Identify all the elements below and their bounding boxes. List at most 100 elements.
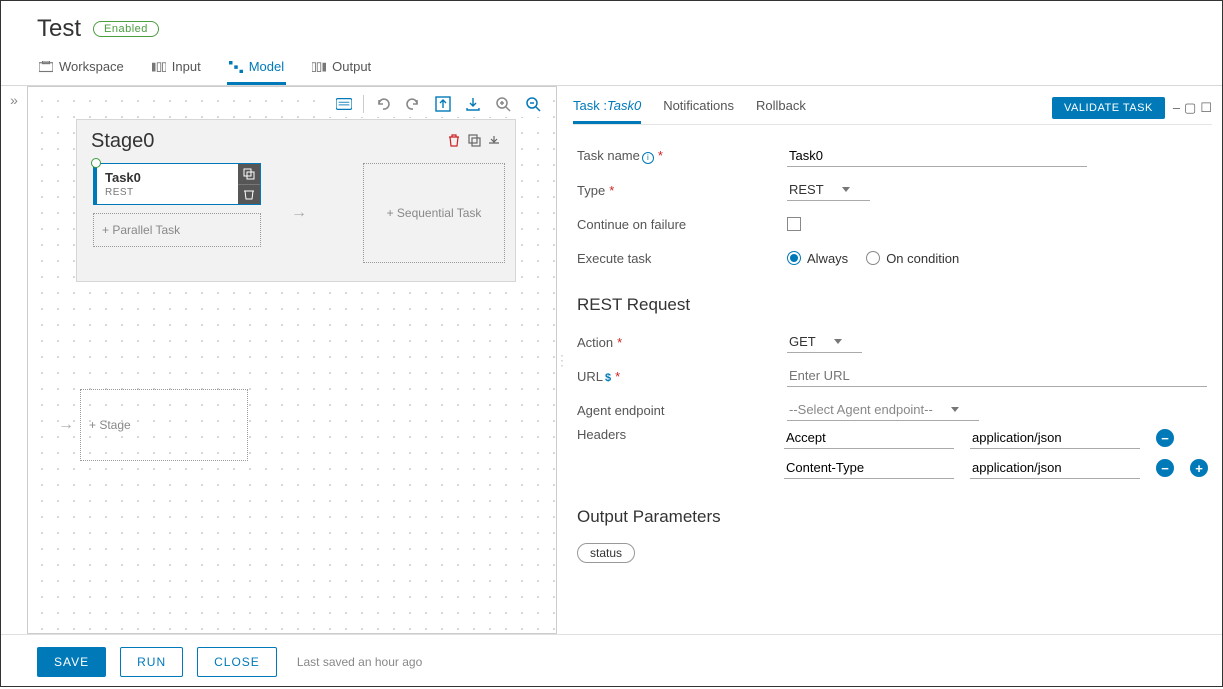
required-icon: * — [609, 183, 614, 198]
remove-header-icon[interactable]: − — [1156, 429, 1174, 447]
required-icon: * — [617, 335, 622, 350]
header-row: − — [784, 427, 1208, 449]
add-stage[interactable]: + Stage — [80, 389, 248, 461]
label-task-name-text: Task name — [577, 148, 640, 163]
status-badge: Enabled — [93, 21, 159, 37]
tab-workspace[interactable]: Workspace — [37, 53, 126, 85]
tab-model[interactable]: Model — [227, 53, 286, 85]
add-sequential-label: Sequential Task — [397, 206, 482, 220]
required-icon: * — [658, 148, 663, 163]
validate-task-button[interactable]: VALIDATE TASK — [1052, 97, 1165, 119]
tab-output-label: Output — [332, 59, 371, 74]
canvas-toolbar — [329, 91, 548, 117]
task-status-icon — [91, 158, 101, 168]
pane-splitter[interactable] — [557, 86, 567, 634]
plus-icon: + — [387, 206, 397, 220]
undo-icon[interactable] — [372, 93, 394, 115]
label-execute: Execute task — [577, 251, 787, 266]
minimize-icon[interactable]: – — [1173, 100, 1180, 116]
separator — [363, 95, 364, 113]
task-card-name: Task0 — [97, 164, 260, 187]
redo-icon[interactable] — [402, 93, 424, 115]
task-name-input[interactable] — [787, 145, 1087, 167]
label-action-text: Action — [577, 335, 613, 350]
label-agent: Agent endpoint — [577, 403, 787, 418]
agent-endpoint-value: --Select Agent endpoint-- — [789, 402, 933, 417]
delete-task-icon[interactable] — [238, 184, 260, 205]
detail-tab-notifications[interactable]: Notifications — [663, 92, 734, 124]
output-icon — [312, 61, 326, 73]
tab-workspace-label: Workspace — [59, 59, 124, 74]
export-up-icon[interactable] — [432, 93, 454, 115]
url-input[interactable] — [787, 365, 1207, 387]
label-continue: Continue on failure — [577, 217, 787, 232]
run-button[interactable]: RUN — [120, 647, 183, 677]
restore-icon[interactable]: ▢ — [1184, 100, 1196, 116]
plus-icon: + — [89, 418, 99, 432]
header-value-input[interactable] — [970, 457, 1140, 479]
radio-on-condition-label: On condition — [886, 251, 959, 266]
task-card[interactable]: Task0 REST — [93, 163, 261, 205]
type-select-value: REST — [789, 182, 824, 197]
type-select[interactable]: REST — [787, 179, 870, 201]
add-header-icon[interactable]: + — [1190, 459, 1208, 477]
stage-header: Stage0 — [87, 128, 505, 163]
workspace: » Stage0 — [1, 86, 1222, 634]
tab-input[interactable]: Input — [150, 53, 203, 85]
header-key-input[interactable] — [784, 427, 954, 449]
last-saved-text: Last saved an hour ago — [297, 655, 422, 669]
output-param-chip[interactable]: status — [577, 543, 635, 563]
info-icon[interactable]: i — [642, 152, 654, 164]
import-down-icon[interactable] — [462, 93, 484, 115]
detail-tab-task[interactable]: Task :Task0 — [573, 92, 641, 124]
remove-header-icon[interactable]: − — [1156, 459, 1174, 477]
collapse-sidebar-icon[interactable]: » — [1, 86, 27, 634]
label-url-text: URL — [577, 369, 603, 384]
task-form: Task namei * Type* REST Continue on failu… — [573, 125, 1212, 563]
arrow-right-icon: → — [58, 416, 74, 434]
label-type: Type* — [577, 183, 787, 198]
stage-body: Task0 REST + Parallel Task → + — [87, 163, 505, 263]
save-button[interactable]: SAVE — [37, 647, 106, 677]
section-output-params: Output Parameters — [577, 507, 1208, 527]
zoom-in-icon[interactable] — [492, 93, 514, 115]
radio-on-condition[interactable] — [866, 251, 880, 265]
pane-window-controls: – ▢ ☐ — [1173, 100, 1212, 116]
add-stage-wrap: → + Stage — [58, 389, 248, 461]
execute-radio-group: Always On condition — [787, 251, 959, 266]
radio-always-label: Always — [807, 251, 848, 266]
tab-model-label: Model — [249, 59, 284, 74]
detail-header: Task :Task0 Notifications Rollback VALID… — [573, 92, 1212, 125]
zoom-out-icon[interactable] — [522, 93, 544, 115]
agent-endpoint-select[interactable]: --Select Agent endpoint-- — [787, 399, 979, 421]
header-key-input[interactable] — [784, 457, 954, 479]
tab-output[interactable]: Output — [310, 53, 373, 85]
add-sequential-task[interactable]: + Sequential Task — [363, 163, 505, 263]
header-value-input[interactable] — [970, 427, 1140, 449]
copy-task-icon[interactable] — [238, 164, 260, 184]
page-header: Test Enabled — [1, 1, 1222, 49]
label-url: URL$ * — [577, 369, 787, 384]
action-select-value: GET — [789, 334, 816, 349]
copy-stage-icon[interactable] — [467, 133, 481, 150]
delete-stage-icon[interactable] — [447, 133, 461, 150]
model-canvas[interactable]: Stage0 Task0 REST — [27, 86, 557, 634]
detail-tab-rollback[interactable]: Rollback — [756, 92, 806, 124]
maximize-icon[interactable]: ☐ — [1200, 100, 1212, 116]
collapse-stage-icon[interactable] — [487, 133, 501, 150]
add-stage-label: Stage — [99, 418, 130, 432]
label-headers: Headers — [577, 427, 784, 442]
add-parallel-label: Parallel Task — [112, 223, 180, 237]
stage-box[interactable]: Stage0 Task0 REST — [76, 119, 516, 282]
input-icon — [152, 61, 166, 73]
radio-always[interactable] — [787, 251, 801, 265]
continue-checkbox[interactable] — [787, 217, 801, 231]
close-button[interactable]: CLOSE — [197, 647, 277, 677]
action-select[interactable]: GET — [787, 331, 862, 353]
header-row: − + — [784, 457, 1208, 479]
headers-list: − − + — [784, 427, 1208, 487]
variable-icon[interactable]: $ — [605, 372, 611, 384]
keyboard-icon[interactable] — [333, 93, 355, 115]
add-parallel-task[interactable]: + Parallel Task — [93, 213, 261, 247]
required-icon: * — [615, 369, 620, 384]
